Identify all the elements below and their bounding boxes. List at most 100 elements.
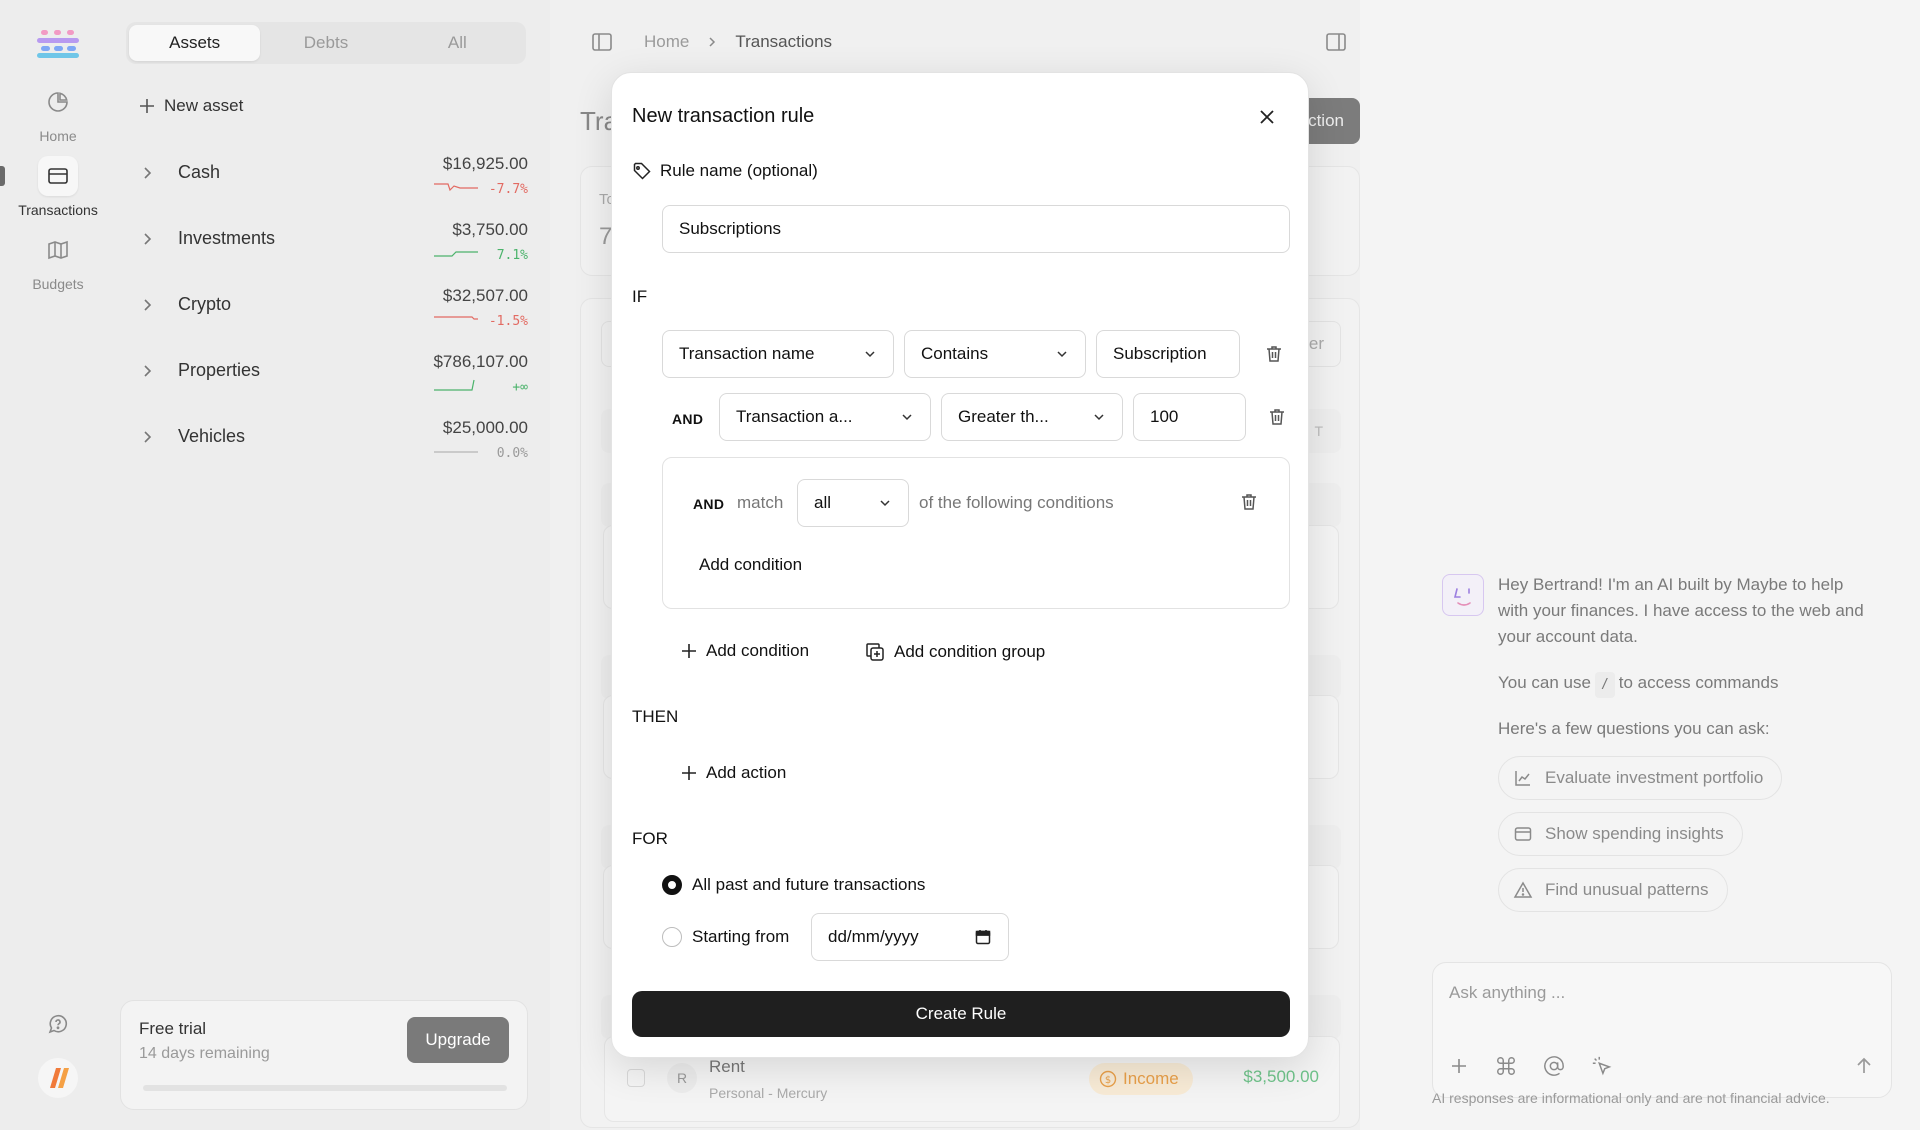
at-sign-icon[interactable]: [1543, 1055, 1565, 1077]
cursor-click-icon[interactable]: [1591, 1055, 1613, 1077]
tab-debts[interactable]: Debts: [260, 25, 391, 61]
account-name: Vehicles: [178, 426, 246, 446]
start-date-input[interactable]: dd/mm/yyyy: [811, 913, 1009, 961]
create-rule-button[interactable]: Create Rule: [632, 991, 1290, 1037]
condition-field-value: Transaction a...: [736, 407, 853, 426]
tab-assets[interactable]: Assets: [129, 25, 261, 61]
calendar-icon[interactable]: [974, 928, 992, 946]
radio-all-transactions-label[interactable]: All past and future transactions: [692, 875, 925, 895]
ai-questions-intro: Here's a few questions you can ask:: [1498, 719, 1770, 738]
sidebar-toggle-icon[interactable]: [590, 30, 614, 54]
condition-value-input[interactable]: [1096, 330, 1240, 378]
breadcrumb: Home Transactions: [590, 30, 832, 54]
delete-condition-button[interactable]: [1265, 405, 1289, 429]
dialog-title: New transaction rule: [632, 105, 815, 127]
chevron-right-icon: [144, 233, 152, 245]
ai-disclaimer: AI responses are informational only and …: [1432, 1090, 1830, 1106]
nav-budgets-label: Budgets: [32, 276, 84, 292]
and-joiner: AND: [693, 496, 725, 512]
suggestion-label: Evaluate investment portfolio: [1545, 768, 1764, 787]
add-action-button[interactable]: Add action: [680, 763, 786, 783]
suggestion-spending-insights[interactable]: Show spending insights: [1498, 812, 1743, 856]
suggestion-unusual-patterns[interactable]: Find unusual patterns: [1498, 868, 1728, 912]
plus-icon[interactable]: [1449, 1056, 1469, 1076]
sparkline: [434, 316, 478, 320]
and-joiner: AND: [672, 411, 704, 427]
trial-title: Free trial: [139, 1019, 207, 1038]
chat-input-placeholder[interactable]: Ask anything ...: [1449, 983, 1565, 1003]
radio-starting-from-label[interactable]: Starting from: [692, 927, 789, 947]
match-suffix: of the following conditions: [919, 493, 1114, 512]
account-name: Investments: [178, 228, 276, 248]
tab-all[interactable]: All: [392, 25, 523, 61]
close-button[interactable]: [1255, 105, 1279, 129]
filter-button-label[interactable]: er: [1309, 334, 1324, 354]
new-asset-button[interactable]: New asset: [138, 96, 243, 116]
trial-subtitle: 14 days remaining: [139, 1045, 270, 1062]
condition-operator-select[interactable]: Contains: [904, 330, 1086, 378]
delete-condition-button[interactable]: [1262, 342, 1286, 366]
breadcrumb-current: Transactions: [735, 32, 833, 51]
add-condition-group-button[interactable]: Add condition group: [864, 641, 1045, 663]
breadcrumb-home[interactable]: Home: [644, 32, 689, 52]
account-name: Properties: [178, 360, 261, 380]
ai-assistant-panel: Hey Bertrand! I'm an AI built by Maybe t…: [1360, 0, 1920, 1130]
account-row-crypto[interactable]: Crypto $32,507.00 -1.5%: [138, 286, 528, 342]
sparkline: [434, 183, 478, 192]
account-name: Crypto: [178, 294, 232, 314]
row-checkbox[interactable]: [627, 1069, 645, 1087]
chevron-down-icon: [865, 351, 875, 358]
assistant-toggle-icon[interactable]: [1324, 30, 1348, 54]
condition-operator-select[interactable]: Greater th...: [941, 393, 1123, 441]
add-action-label: Add action: [706, 763, 787, 782]
account-row-properties[interactable]: Properties $786,107.00 +∞: [138, 352, 528, 408]
commands-prefix: You can use: [1498, 673, 1591, 692]
trash-icon: [1267, 346, 1281, 362]
new-asset-label: New asset: [164, 96, 244, 115]
condition-field-select[interactable]: Transaction a...: [719, 393, 931, 441]
command-icon[interactable]: [1495, 1055, 1517, 1077]
composer-tools: [1449, 1055, 1613, 1077]
match-value: all: [814, 493, 832, 512]
match-label: match: [737, 493, 784, 512]
user-avatar[interactable]: [38, 1058, 78, 1098]
nav-home[interactable]: Home: [0, 82, 116, 144]
nav-transactions[interactable]: Transactions: [0, 156, 116, 218]
account-row-investments[interactable]: Investments $3,750.00 7.1%: [138, 220, 528, 276]
trial-progress-bar: [143, 1085, 507, 1091]
delete-group-button[interactable]: [1237, 490, 1261, 514]
transaction-account: Personal - Mercury: [709, 1085, 828, 1101]
chart-line-icon: [1515, 771, 1530, 786]
chevron-right-icon: [144, 299, 152, 311]
upgrade-button[interactable]: Upgrade: [407, 1017, 509, 1063]
suggestion-evaluate-portfolio[interactable]: Evaluate investment portfolio: [1498, 756, 1783, 800]
ai-commands-hint: You can use / to access commands: [1498, 670, 1878, 698]
account-row-vehicles[interactable]: Vehicles $25,000.00 0.0%: [138, 418, 528, 474]
radio-all-transactions[interactable]: [662, 875, 682, 895]
if-section-label: IF: [632, 287, 648, 306]
merchant-avatar: R: [667, 1063, 697, 1093]
chat-composer[interactable]: Ask anything ...: [1432, 962, 1892, 1098]
account-row-cash[interactable]: Cash $16,925.00 -7.7%: [138, 154, 528, 210]
category-tag[interactable]: $ Income: [1089, 1063, 1193, 1095]
then-section-label: THEN: [632, 707, 679, 726]
map-icon: [38, 230, 78, 270]
group-add-condition-button[interactable]: Add condition: [699, 555, 802, 575]
nav-budgets[interactable]: Budgets: [0, 230, 116, 292]
condition-operator-value: Contains: [921, 344, 989, 363]
rule-name-input[interactable]: [662, 205, 1290, 253]
match-select[interactable]: all: [797, 479, 909, 527]
add-condition-label: Add condition: [706, 641, 810, 660]
condition-value-input[interactable]: [1133, 393, 1246, 441]
condition-field-select[interactable]: Transaction name: [662, 330, 894, 378]
wallet-icon: [1514, 827, 1532, 841]
condition-group: AND match all of the following condition…: [662, 457, 1290, 609]
send-arrow-icon[interactable]: [1853, 1055, 1875, 1077]
radio-starting-from[interactable]: [662, 927, 682, 947]
maybe-logo-icon[interactable]: [37, 30, 79, 58]
transaction-name[interactable]: Rent: [709, 1057, 745, 1077]
add-condition-button[interactable]: Add condition: [680, 641, 809, 661]
tag-icon: [633, 162, 651, 180]
help-icon[interactable]: [40, 1006, 76, 1042]
commands-suffix: to access commands: [1618, 673, 1779, 692]
